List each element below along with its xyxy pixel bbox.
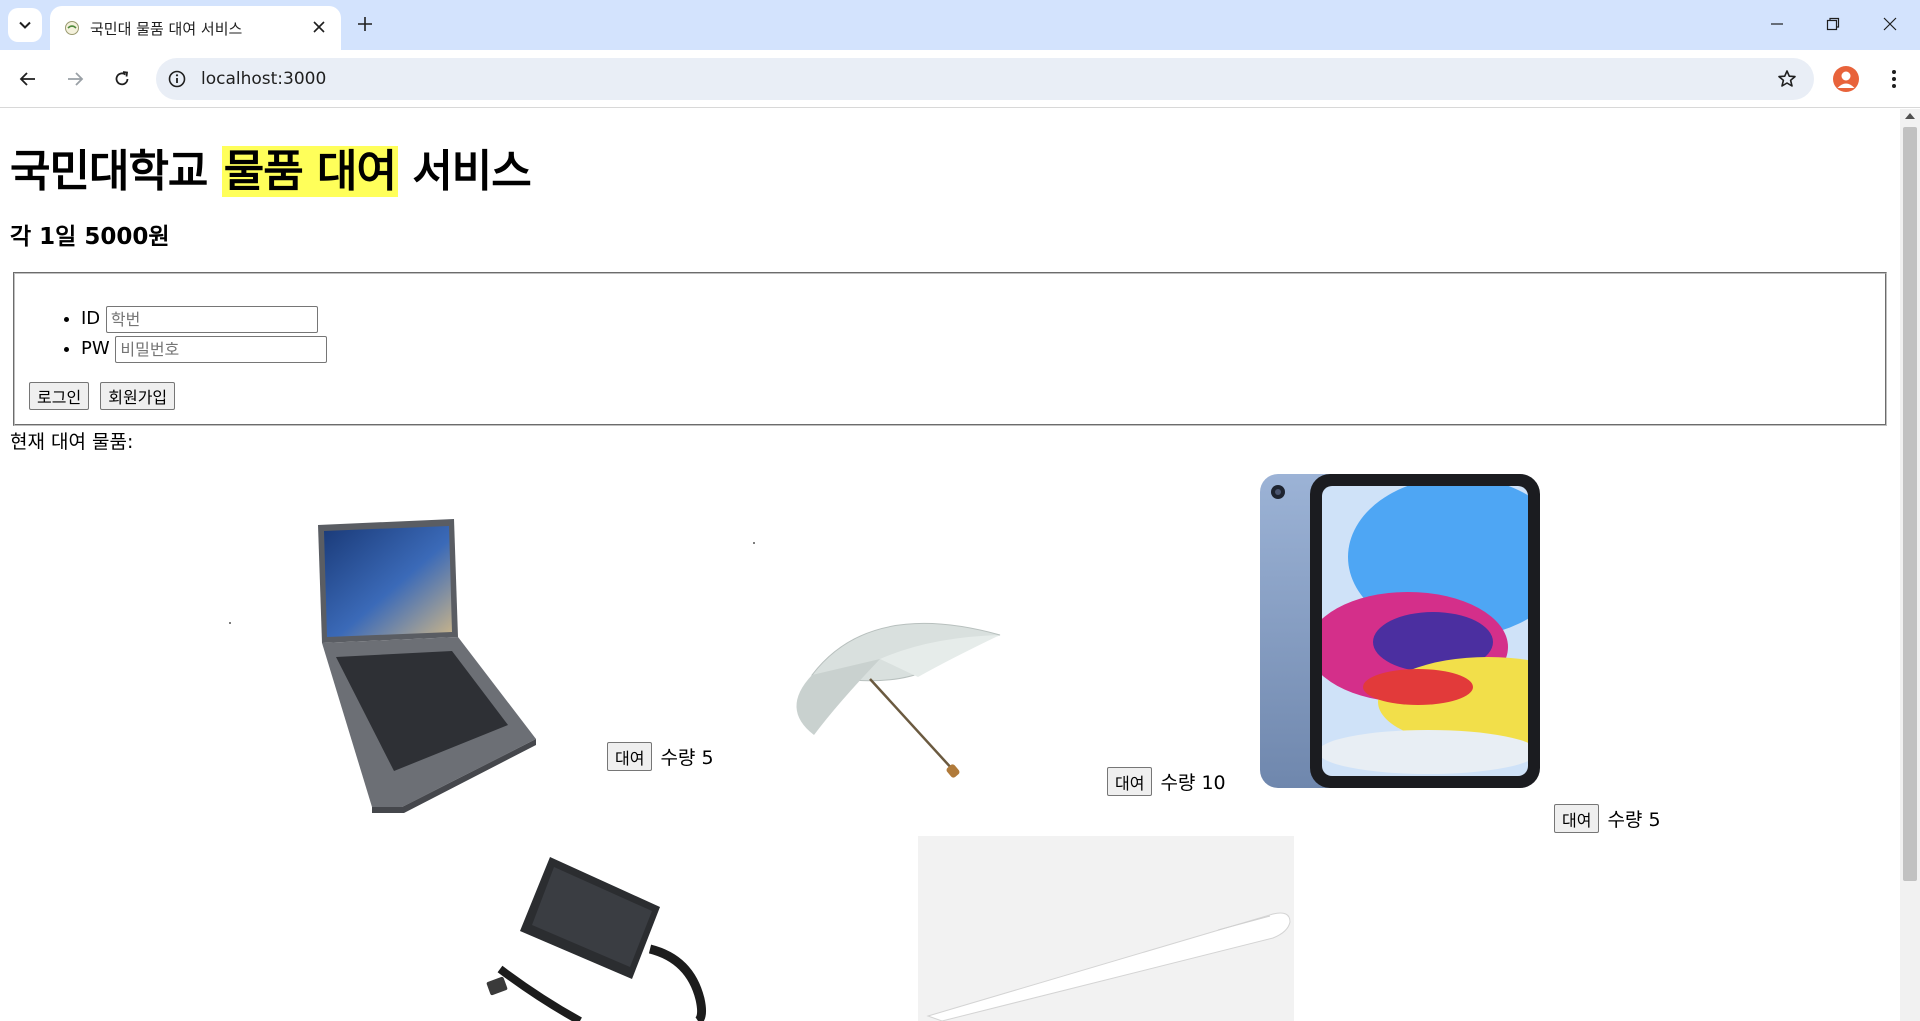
login-form: ID PW 로그인 회원가입	[13, 272, 1887, 426]
charger-image	[486, 857, 707, 1021]
current-rentals-label: 현재 대여 물품:	[10, 431, 134, 453]
close-icon	[313, 21, 325, 33]
id-label: ID	[81, 308, 101, 329]
login-button[interactable]: 로그인	[29, 382, 90, 410]
site-info-button[interactable]	[166, 68, 188, 90]
signup-button[interactable]: 회원가입	[100, 382, 176, 410]
tab-title: 국민대 물품 대여 서비스	[90, 20, 243, 38]
profile-avatar[interactable]	[1833, 66, 1859, 92]
back-button[interactable]	[14, 65, 42, 93]
pencil-image	[918, 836, 1294, 1021]
forward-arrow-icon	[68, 72, 84, 86]
page-scrollbar[interactable]	[1900, 109, 1920, 1021]
restore-button[interactable]	[1818, 10, 1848, 38]
close-icon	[1883, 17, 1897, 31]
umbrella-rent-row: 대여 수량 10	[1107, 767, 1226, 796]
favicon-icon	[65, 21, 79, 35]
title-highlight: 물품 대여	[221, 146, 398, 197]
tab-search-button[interactable]	[8, 8, 42, 42]
plus-icon	[358, 17, 372, 31]
tab-strip: 국민대 물품 대여 서비스	[0, 0, 1920, 50]
pw-label: PW	[81, 338, 110, 359]
close-window-button[interactable]	[1875, 10, 1905, 38]
reload-button[interactable]	[108, 65, 136, 93]
profile-icon	[1837, 71, 1855, 88]
tab-close-button[interactable]	[309, 17, 329, 37]
more-vertical-icon	[1892, 70, 1896, 88]
price-subtitle: 각 1일 5000원	[10, 224, 170, 250]
title-text: 국민대학교	[10, 146, 208, 197]
page-title: 국민대학교 물품 대여 서비스	[10, 135, 532, 199]
login-buttons: 로그인 회원가입	[29, 382, 181, 410]
new-tab-button[interactable]	[354, 13, 376, 35]
minimize-icon	[1771, 23, 1783, 25]
browser-toolbar: localhost:3000	[0, 50, 1920, 108]
pw-row: PW	[81, 334, 328, 364]
scroll-thumb[interactable]	[1903, 127, 1917, 881]
tablet-rent-row: 대여 수량 5	[1554, 804, 1661, 833]
laptop-image	[229, 519, 536, 813]
forward-button[interactable]	[61, 65, 89, 93]
star-icon	[1778, 70, 1796, 87]
umbrella-rent-button[interactable]: 대여	[1107, 767, 1153, 796]
pw-input[interactable]	[115, 335, 328, 363]
id-row: ID	[81, 304, 327, 334]
info-icon	[168, 70, 186, 88]
url-text: localhost:3000	[201, 69, 327, 89]
title-text-end: 서비스	[412, 146, 531, 197]
bookmark-button[interactable]	[1776, 68, 1798, 90]
id-input[interactable]	[105, 305, 318, 333]
tablet-rent-button[interactable]: 대여	[1554, 804, 1600, 833]
restore-icon	[1826, 17, 1840, 31]
reload-icon	[115, 71, 129, 86]
address-bar[interactable]: localhost:3000	[156, 58, 1814, 100]
tablet-image	[1260, 474, 1540, 788]
back-arrow-icon	[19, 72, 35, 86]
tablet-quantity: 수량 5	[1607, 809, 1661, 831]
minimize-button[interactable]	[1762, 10, 1792, 38]
browser-menu-button[interactable]	[1880, 65, 1908, 93]
laptop-rent-button[interactable]: 대여	[607, 742, 653, 771]
active-tab[interactable]: 국민대 물품 대여 서비스	[50, 6, 341, 50]
page-viewport: 국민대학교 물품 대여 서비스 각 1일 5000원 ID PW 로그인 회원가…	[0, 109, 1900, 1021]
laptop-rent-row: 대여 수량 5	[607, 742, 714, 771]
chevron-down-icon	[19, 21, 31, 29]
umbrella-quantity: 수량 10	[1160, 772, 1226, 794]
scroll-up-arrow-icon[interactable]	[1905, 113, 1915, 119]
laptop-quantity: 수량 5	[660, 747, 714, 769]
login-fields: ID PW	[81, 304, 328, 364]
browser-window: 국민대 물품 대여 서비스 localhost:3000 국민대학교 물품 대여…	[0, 0, 1920, 1021]
umbrella-image	[753, 542, 1001, 778]
